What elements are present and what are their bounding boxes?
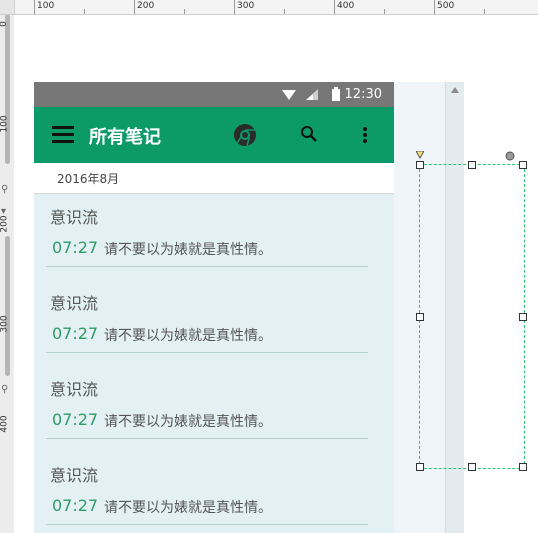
divider — [46, 352, 368, 353]
status-bar: 12:30 — [34, 82, 394, 107]
selection-box[interactable] — [416, 161, 527, 471]
rotate-handle-icon[interactable] — [505, 151, 515, 161]
menu-icon[interactable] — [52, 126, 74, 144]
note-title: 意识流 — [50, 294, 99, 313]
note-time: 07:27 — [52, 410, 99, 429]
ruler-tick — [484, 9, 485, 14]
ruler-label: 300 — [237, 1, 255, 11]
ruler-label: 500 — [437, 1, 455, 11]
app-bar: 所有笔记 — [34, 107, 394, 163]
ruler-corner — [0, 0, 15, 15]
tool-scrollbar[interactable] — [5, 14, 10, 164]
ruler-tick — [334, 0, 335, 14]
more-options-icon[interactable] — [362, 126, 368, 144]
note-item[interactable]: 意识流 07:27 请不要以为婊就是真性情。 — [34, 366, 394, 452]
resize-handle[interactable] — [416, 463, 424, 471]
note-item[interactable]: 意识流 07:27 请不要以为婊就是真性情。 — [34, 452, 394, 533]
signal-icon — [306, 89, 318, 100]
note-time: 07:27 — [52, 496, 99, 515]
ruler-label: 300 — [0, 315, 10, 333]
resize-handle[interactable] — [519, 463, 527, 471]
ruler-tick — [384, 9, 385, 14]
ruler-label: 100 — [0, 115, 10, 133]
date-label: 2016年8月 — [57, 172, 120, 186]
note-preview: 请不要以为婊就是真性情。 — [104, 328, 272, 344]
top-ruler: 100 200 300 400 500 — [0, 0, 538, 15]
ruler-label: 400 — [0, 415, 10, 433]
note-item[interactable]: 意识流 07:27 请不要以为婊就是真性情。 — [34, 194, 394, 280]
phone-screen: 12:30 所有笔记 2016年8月 意识流 07:27 请不要以为婊就是真性情… — [34, 82, 394, 533]
ruler-tick — [134, 0, 135, 14]
page-title: 所有笔记 — [89, 127, 161, 148]
ruler-tick — [284, 9, 285, 14]
battery-icon — [332, 87, 340, 101]
zoom-icon[interactable]: ⚲ — [1, 184, 8, 195]
ruler-tick — [184, 9, 185, 14]
resize-handle[interactable] — [519, 161, 527, 169]
tool-scrollbar[interactable] — [5, 236, 10, 376]
scroll-up-icon[interactable] — [451, 87, 459, 93]
anchor-icon[interactable] — [416, 151, 424, 159]
note-title: 意识流 — [50, 380, 99, 399]
chrome-icon[interactable] — [233, 123, 257, 147]
ruler-label: 200 — [137, 1, 155, 11]
note-item[interactable]: 意识流 07:27 请不要以为婊就是真性情。 — [34, 280, 394, 366]
note-title: 意识流 — [50, 466, 99, 485]
divider — [46, 438, 368, 439]
ruler-tick — [34, 0, 35, 14]
note-preview: 请不要以为婊就是真性情。 — [104, 242, 272, 258]
left-tool-strip: ⚲ ▾ ⚲ 0 100 200 300 400 — [0, 14, 14, 533]
date-section-header: 2016年8月 — [34, 163, 394, 194]
divider — [46, 524, 368, 525]
resize-handle[interactable] — [468, 161, 476, 169]
ruler-label: 400 — [337, 1, 355, 11]
resize-handle[interactable] — [416, 161, 424, 169]
note-time: 07:27 — [52, 238, 99, 257]
note-time: 07:27 — [52, 324, 99, 343]
note-preview: 请不要以为婊就是真性情。 — [104, 500, 272, 516]
note-title: 意识流 — [50, 208, 99, 227]
note-preview: 请不要以为婊就是真性情。 — [104, 414, 272, 430]
search-icon[interactable] — [300, 125, 318, 143]
ruler-tick — [434, 0, 435, 14]
status-time: 12:30 — [344, 87, 382, 102]
resize-handle[interactable] — [416, 313, 424, 321]
resize-handle[interactable] — [468, 463, 476, 471]
ruler-label: 0 — [0, 21, 9, 27]
wifi-icon — [282, 90, 296, 100]
ruler-label: 200 — [0, 215, 10, 233]
divider — [46, 266, 368, 267]
ruler-label: 100 — [37, 1, 55, 11]
resize-handle[interactable] — [519, 313, 527, 321]
zoom-icon[interactable]: ⚲ — [1, 384, 8, 395]
ruler-tick — [234, 0, 235, 14]
ruler-tick — [84, 9, 85, 14]
